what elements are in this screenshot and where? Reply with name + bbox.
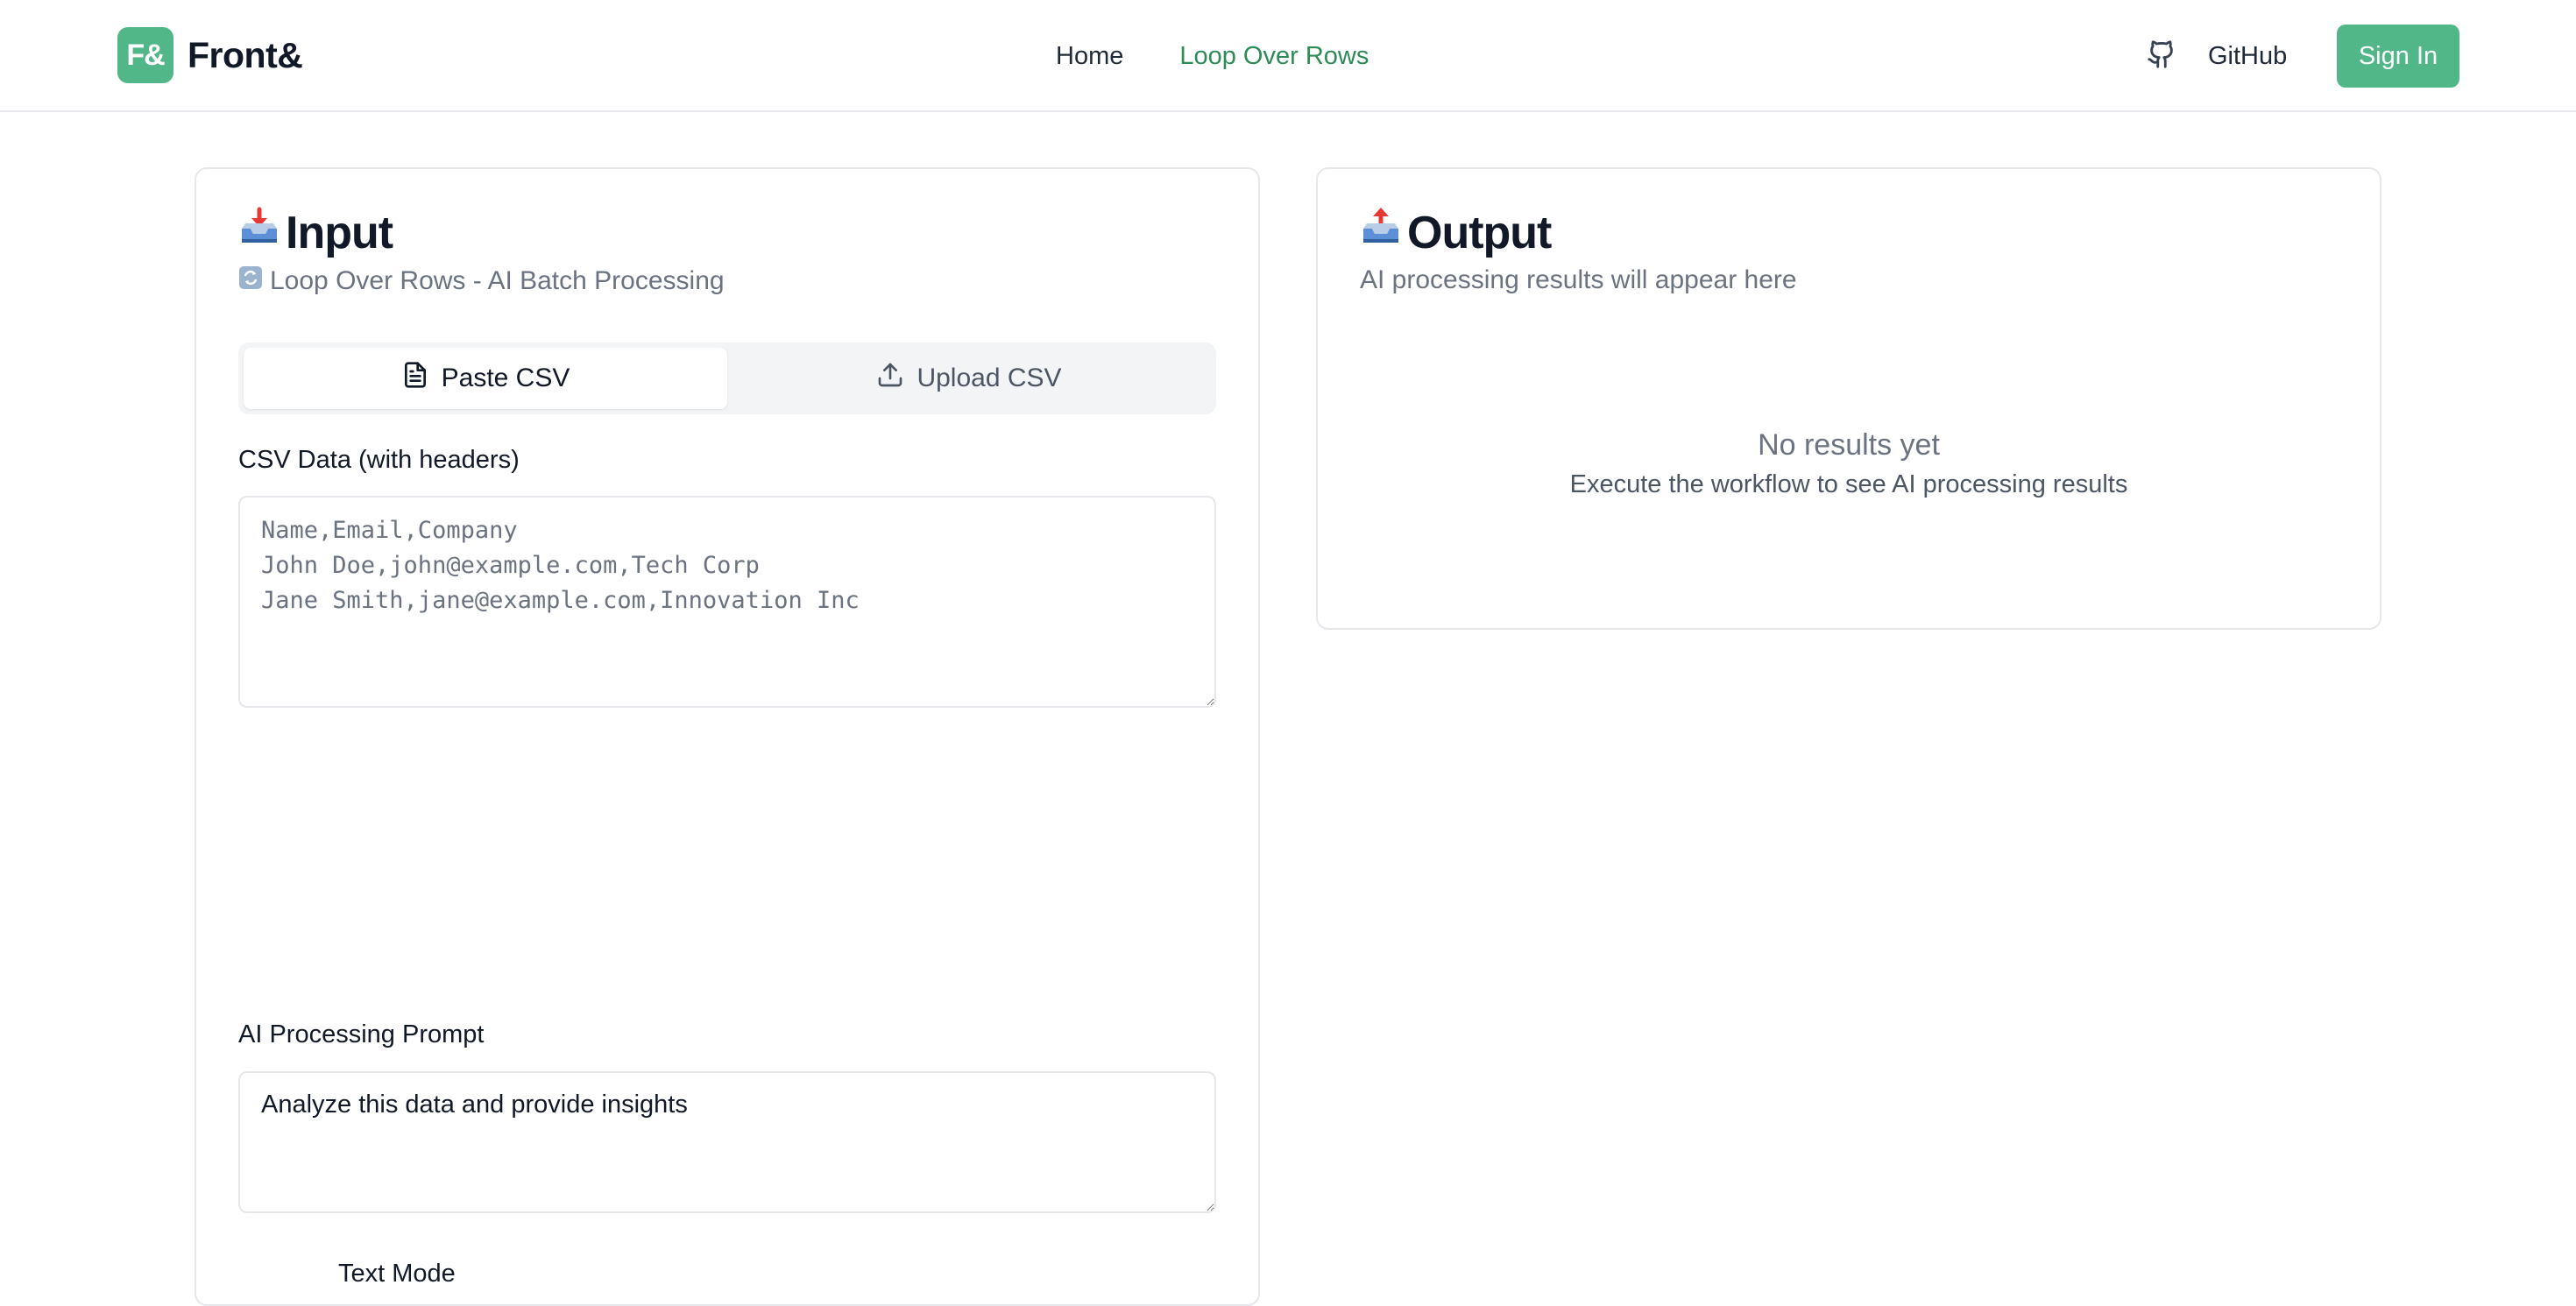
csv-data-textarea[interactable] — [238, 496, 1216, 708]
ai-prompt-label: AI Processing Prompt — [238, 1020, 485, 1048]
outbox-tray-icon — [1360, 206, 1407, 259]
github-label: GitHub — [2208, 41, 2288, 70]
tab-paste-csv[interactable]: Paste CSV — [244, 348, 727, 409]
input-title-text: Input — [286, 207, 393, 258]
input-card-subtitle: Loop Over Rows - AI Batch Processing — [238, 265, 725, 297]
csv-source-tabs: Paste CSV Upload CSV — [238, 342, 1216, 414]
ai-prompt-textarea[interactable]: Analyze this data and provide insights — [238, 1071, 1216, 1213]
brand-logo-badge: F& — [117, 27, 173, 83]
nav-home[interactable]: Home — [1056, 42, 1123, 71]
brand-name: Front& — [188, 34, 303, 75]
sign-in-button[interactable]: Sign In — [2337, 25, 2459, 88]
csv-data-label: CSV Data (with headers) — [238, 446, 520, 474]
inbox-tray-icon — [238, 206, 286, 259]
nav-loop-over-rows[interactable]: Loop Over Rows — [1179, 42, 1369, 71]
input-card-title: Input — [238, 206, 393, 259]
output-card-subtitle: AI processing results will appear here — [1360, 265, 1797, 294]
tab-upload-csv-label: Upload CSV — [916, 364, 1062, 392]
input-subtitle-text: Loop Over Rows - AI Batch Processing — [270, 266, 725, 295]
github-icon — [2147, 39, 2176, 74]
top-navbar: F& Front& Home Loop Over Rows GitHub Sig… — [0, 0, 2576, 112]
document-icon — [401, 361, 442, 396]
empty-state-subtitle: Execute the workflow to see AI processin… — [1569, 470, 2128, 498]
tab-paste-csv-label: Paste CSV — [441, 364, 570, 392]
output-title-text: Output — [1407, 207, 1552, 258]
github-link[interactable]: GitHub — [2147, 32, 2287, 81]
tab-upload-csv[interactable]: Upload CSV — [727, 348, 1211, 409]
text-mode-label: Text Mode — [338, 1260, 456, 1288]
upload-icon — [876, 361, 916, 396]
empty-state-title: No results yet — [1758, 428, 1940, 462]
input-card: Input Loop Over Rows - AI Batch Processi… — [195, 167, 1260, 1306]
loop-arrows-icon — [238, 265, 270, 297]
output-card-title: Output — [1360, 206, 1552, 259]
brand-logo-link[interactable]: F& Front& — [117, 27, 303, 83]
main-nav: Home Loop Over Rows — [1056, 35, 1369, 77]
output-card: Output AI processing results will appear… — [1316, 167, 2381, 630]
